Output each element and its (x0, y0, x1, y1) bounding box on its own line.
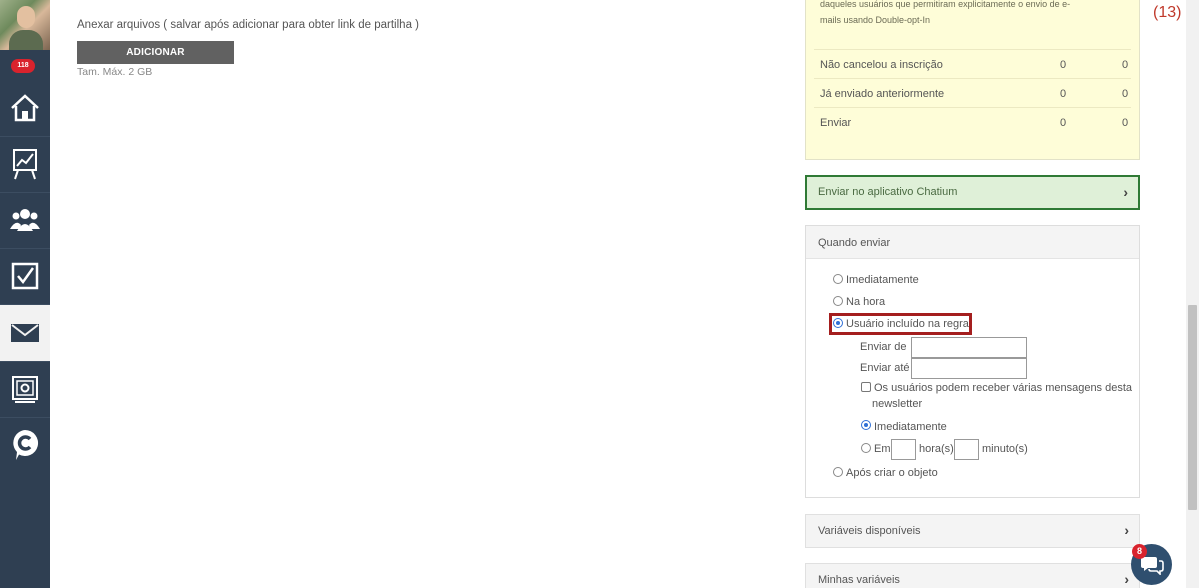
sidebar: 118 (0, 0, 50, 588)
minutes-label: minuto(s) (982, 443, 1028, 455)
stats-row-value: 0 (1122, 59, 1129, 71)
double-opt-in-note: daqueles usuários que permitiram explici… (820, 0, 1071, 25)
radio-after-create-object[interactable] (833, 467, 843, 477)
chat-notification-badge: 8 (1132, 544, 1147, 559)
stats-row: Já enviado anteriormente 0 0 (814, 78, 1131, 107)
avatar-head (17, 6, 35, 28)
stats-row: Enviar 0 0 (814, 107, 1131, 136)
sidebar-item-devices[interactable] (0, 361, 50, 417)
radio-timing-in[interactable] (861, 443, 871, 453)
stats-row-value: 0 (1122, 117, 1129, 129)
step-counter: (13) (1153, 4, 1182, 21)
radio-after-create-object-label[interactable]: Após criar o objeto (846, 467, 938, 479)
mail-icon (11, 324, 39, 342)
sidebar-item-reports[interactable] (0, 136, 50, 192)
send-in-chatium-label: Enviar no aplicativo Chatium (818, 186, 958, 198)
multiple-messages-label-cont[interactable]: newsletter (872, 398, 922, 410)
highlight-box (829, 313, 972, 335)
radio-timing-in-label[interactable]: Em (874, 443, 891, 455)
chart-board-icon (13, 149, 37, 180)
stats-row-value: 0 (1060, 59, 1067, 71)
radio-timing-immediately[interactable] (861, 420, 871, 430)
chevron-right-icon: › (1124, 522, 1129, 538)
stats-row-value: 0 (1060, 117, 1067, 129)
stats-row-label: Não cancelou a inscrição (820, 59, 943, 71)
radio-immediately-label[interactable]: Imediatamente (846, 274, 919, 286)
chevron-right-icon: › (1123, 184, 1128, 200)
users-icon (10, 209, 40, 231)
send-until-label: Enviar até (860, 362, 910, 374)
sidebar-item-tasks[interactable] (0, 248, 50, 304)
minutes-input[interactable] (954, 439, 979, 460)
checkbox-icon (11, 262, 39, 290)
my-variables-label: Minhas variáveis (818, 574, 900, 586)
send-in-chatium-section[interactable]: Enviar no aplicativo Chatium › (805, 175, 1140, 210)
available-variables-label: Variáveis disponíveis (818, 525, 921, 537)
sidebar-item-mail[interactable] (0, 305, 50, 361)
send-from-label: Enviar de (860, 341, 907, 353)
radio-immediately[interactable] (833, 274, 843, 284)
radio-at-time[interactable] (833, 296, 843, 306)
add-file-button[interactable]: ADICIONAR (77, 41, 234, 64)
stats-row-value: 0 (1122, 88, 1129, 100)
scrollbar-thumb[interactable] (1188, 305, 1197, 510)
sidebar-item-users[interactable] (0, 192, 50, 248)
send-from-input[interactable] (911, 337, 1027, 358)
home-icon (11, 94, 39, 122)
monitor-settings-icon (12, 376, 38, 403)
notification-badge[interactable]: 118 (11, 59, 35, 73)
chevron-right-icon: › (1124, 571, 1129, 587)
sidebar-item-home[interactable] (0, 80, 50, 136)
multiple-messages-label[interactable]: Os usuários podem receber várias mensage… (874, 382, 1132, 394)
when-to-send-header: Quando enviar (806, 226, 1139, 259)
avatar-body (9, 30, 43, 50)
chatium-icon (13, 429, 39, 460)
avatar[interactable] (0, 0, 50, 50)
recipients-stats-panel: daqueles usuários que permitiram explici… (805, 0, 1140, 160)
when-to-send-title: Quando enviar (818, 237, 891, 249)
stats-row-label: Já enviado anteriormente (820, 88, 945, 100)
multiple-messages-checkbox[interactable] (861, 382, 871, 392)
max-size-label: Tam. Máx. 2 GB (77, 66, 153, 78)
hours-label: hora(s) (919, 443, 954, 455)
sidebar-item-chatium[interactable] (0, 417, 50, 473)
available-variables-section[interactable]: Variáveis disponíveis › (805, 514, 1140, 548)
my-variables-section[interactable]: Minhas variáveis › (805, 563, 1140, 588)
stats-row-value: 0 (1060, 88, 1067, 100)
radio-at-time-label[interactable]: Na hora (846, 296, 885, 308)
stats-row-label: Enviar (820, 117, 852, 129)
send-until-input[interactable] (911, 358, 1027, 379)
hours-input[interactable] (891, 439, 916, 460)
radio-timing-immediately-label[interactable]: Imediatamente (874, 421, 947, 433)
stats-row: Não cancelou a inscrição 0 0 (814, 49, 1131, 78)
attach-files-label: Anexar arquivos ( salvar após adicionar … (77, 19, 419, 31)
